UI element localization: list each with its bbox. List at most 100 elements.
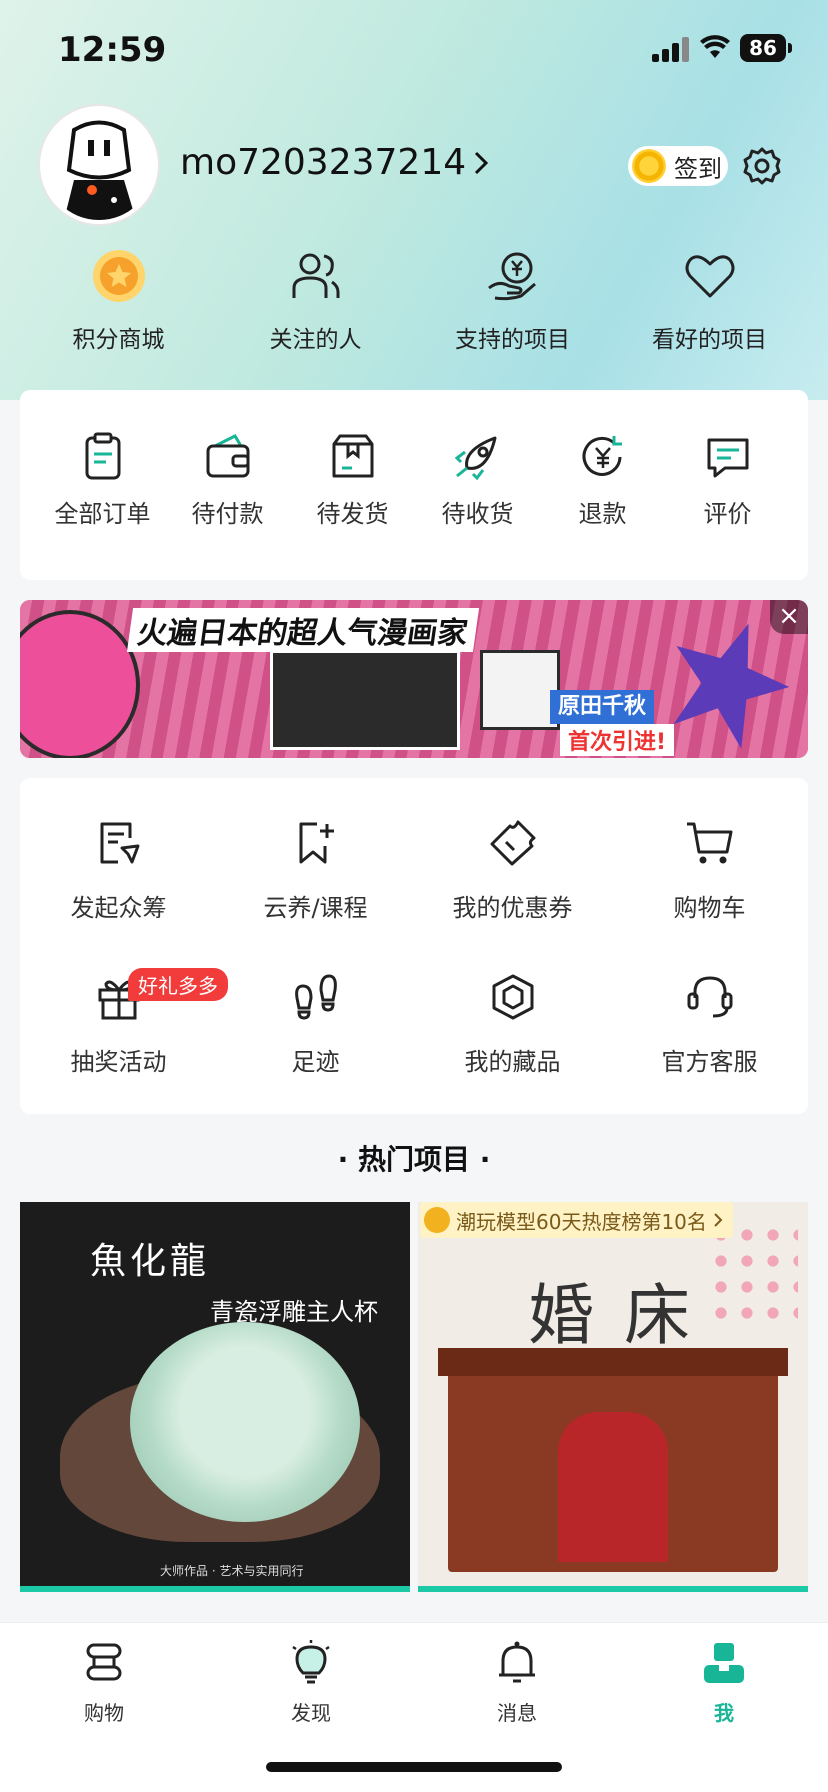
battery-nub (788, 43, 792, 53)
project-blossom-image (708, 1222, 798, 1332)
project-art-subtitle: 青瓷浮雕主人杯 (210, 1298, 378, 1326)
project-accent-bar (418, 1586, 808, 1592)
coupon-ticket-icon (490, 820, 535, 866)
tool-my-collection[interactable]: 我的藏品 (414, 972, 611, 1077)
tools-row: 好礼多多 抽奖活动 足迹 我的藏品 官方客服 (20, 968, 808, 1077)
tool-label: 我的优惠券 (452, 894, 573, 922)
hot-projects-heading: · 热门项目 · (337, 1143, 491, 1176)
order-label: 待付款 (191, 500, 264, 528)
wallet-icon (206, 434, 249, 478)
tab-label: 消息 (497, 1701, 537, 1725)
quick-links: 积分商城 关注的人 支持的项目 看好的项目 (0, 248, 828, 378)
tab-me[interactable]: 我 (664, 1639, 784, 1726)
tab-discover[interactable]: 发现 (251, 1639, 371, 1726)
avatar-image (44, 110, 154, 220)
battery-icon: 86 (740, 34, 786, 62)
points-mall-icon (92, 250, 145, 302)
tab-label: 我 (714, 1701, 734, 1725)
tool-label: 抽奖活动 (70, 1048, 167, 1076)
quick-link-label: 积分商城 (72, 327, 165, 353)
collection-cube-icon (492, 974, 533, 1020)
username-link[interactable]: mo7203237214 (180, 142, 490, 183)
username: mo7203237214 (180, 142, 467, 183)
lightbulb-icon (292, 1640, 330, 1684)
tool-label: 官方客服 (661, 1048, 758, 1076)
wifi-icon (700, 35, 730, 58)
order-label: 退款 (578, 500, 627, 528)
bed-roof (438, 1348, 788, 1376)
tool-customer-service[interactable]: 官方客服 (611, 972, 808, 1077)
tab-shopping[interactable]: 购物 (44, 1639, 164, 1726)
rocket-icon (454, 436, 496, 481)
cellular-signal-icon (652, 36, 692, 62)
refund-yuan-icon (582, 436, 622, 476)
headset-icon (687, 976, 732, 1018)
banner-close-button[interactable]: × (770, 600, 808, 634)
quick-link-favorite-projects[interactable]: 看好的项目 (611, 248, 808, 378)
project-card[interactable]: 婚床 潮玩模型60天热度榜第10名 (418, 1202, 808, 1592)
order-pending-receipt[interactable]: 待收货 (415, 432, 540, 580)
banner-comic-image (480, 650, 560, 730)
tool-lottery[interactable]: 好礼多多 抽奖活动 (20, 968, 228, 1077)
avatar[interactable] (40, 106, 158, 224)
tool-label: 我的藏品 (464, 1048, 561, 1076)
quick-link-label: 关注的人 (269, 327, 362, 353)
tool-label: 发起众筹 (70, 894, 167, 922)
tab-messages[interactable]: 消息 (457, 1639, 577, 1726)
favorite-heart-icon (685, 255, 734, 298)
tools-row: 发起众筹 云养/课程 我的优惠券 购物车 (20, 818, 808, 923)
tool-my-coupons[interactable]: 我的优惠券 (414, 818, 611, 923)
coin-icon (632, 149, 666, 183)
orders-card: 全部订单 待付款 待发货 待收货 退款 评价 (20, 390, 808, 580)
order-pending-shipment[interactable]: 待发货 (290, 432, 415, 580)
order-refund[interactable]: 退款 (540, 432, 665, 580)
tool-label: 云养/课程 (263, 894, 368, 922)
me-tab-icon (704, 1643, 744, 1683)
order-label: 待发货 (316, 500, 389, 528)
package-icon (332, 434, 373, 478)
project-accent-bar (20, 1586, 410, 1592)
bookmark-plus-icon (299, 822, 334, 864)
tool-start-crowdfunding[interactable]: 发起众筹 (20, 818, 217, 923)
shopping-tab-icon (86, 1643, 122, 1681)
footprints-icon (294, 974, 337, 1020)
quick-link-label: 支持的项目 (455, 327, 570, 353)
rank-badge-label: 潮玩模型60天热度榜第10名 (456, 1209, 707, 1234)
bed-curtain (558, 1412, 668, 1562)
quick-link-points-mall[interactable]: 积分商城 (20, 248, 217, 378)
project-card[interactable]: 魚化龍 青瓷浮雕主人杯 大师作品 · 艺术与实用同行 (20, 1202, 410, 1592)
tool-shopping-cart[interactable]: 购物车 (611, 818, 808, 923)
review-chat-icon (707, 438, 748, 478)
project-bed-image (438, 1348, 788, 1572)
promo-banner[interactable]: 火遍日本的超人气漫画家 原田千秋 首次引进! × (20, 600, 808, 758)
tool-footprints[interactable]: 足迹 (217, 972, 414, 1077)
chevron-right-icon (475, 151, 489, 174)
project-bowl-image (130, 1322, 360, 1522)
tool-label: 足迹 (291, 1048, 340, 1076)
project-art-title: 婚床 (528, 1277, 720, 1354)
project-art-title: 魚化龍 (90, 1241, 211, 1282)
order-pending-payment[interactable]: 待付款 (165, 432, 290, 580)
status-time: 12:59 (58, 30, 167, 70)
chevron-right-icon (714, 1213, 723, 1227)
settings-gear-icon[interactable] (742, 146, 782, 186)
lottery-badge: 好礼多多 (128, 968, 228, 1001)
signin-button[interactable]: 签到 (628, 146, 728, 186)
rank-badge[interactable]: 潮玩模型60天热度榜第10名 (420, 1202, 733, 1238)
order-review[interactable]: 评价 (665, 432, 790, 580)
medal-icon (424, 1207, 450, 1233)
tools-card: 发起众筹 云养/课程 我的优惠券 购物车 好礼多多 抽奖活动 足迹 我的藏品 官… (20, 778, 808, 1114)
order-all[interactable]: 全部订单 (40, 432, 165, 580)
bell-icon (499, 1641, 535, 1683)
quick-link-label: 看好的项目 (652, 327, 767, 353)
signin-label: 签到 (674, 154, 722, 183)
tab-label: 购物 (84, 1701, 124, 1725)
following-icon (292, 253, 339, 298)
supported-projects-icon (487, 252, 536, 301)
quick-link-following[interactable]: 关注的人 (217, 248, 414, 378)
edit-document-icon (100, 822, 139, 864)
home-indicator (266, 1762, 562, 1772)
banner-title: 火遍日本的超人气漫画家 (126, 608, 480, 652)
tool-cloud-course[interactable]: 云养/课程 (217, 818, 414, 923)
quick-link-supported-projects[interactable]: 支持的项目 (414, 248, 611, 378)
